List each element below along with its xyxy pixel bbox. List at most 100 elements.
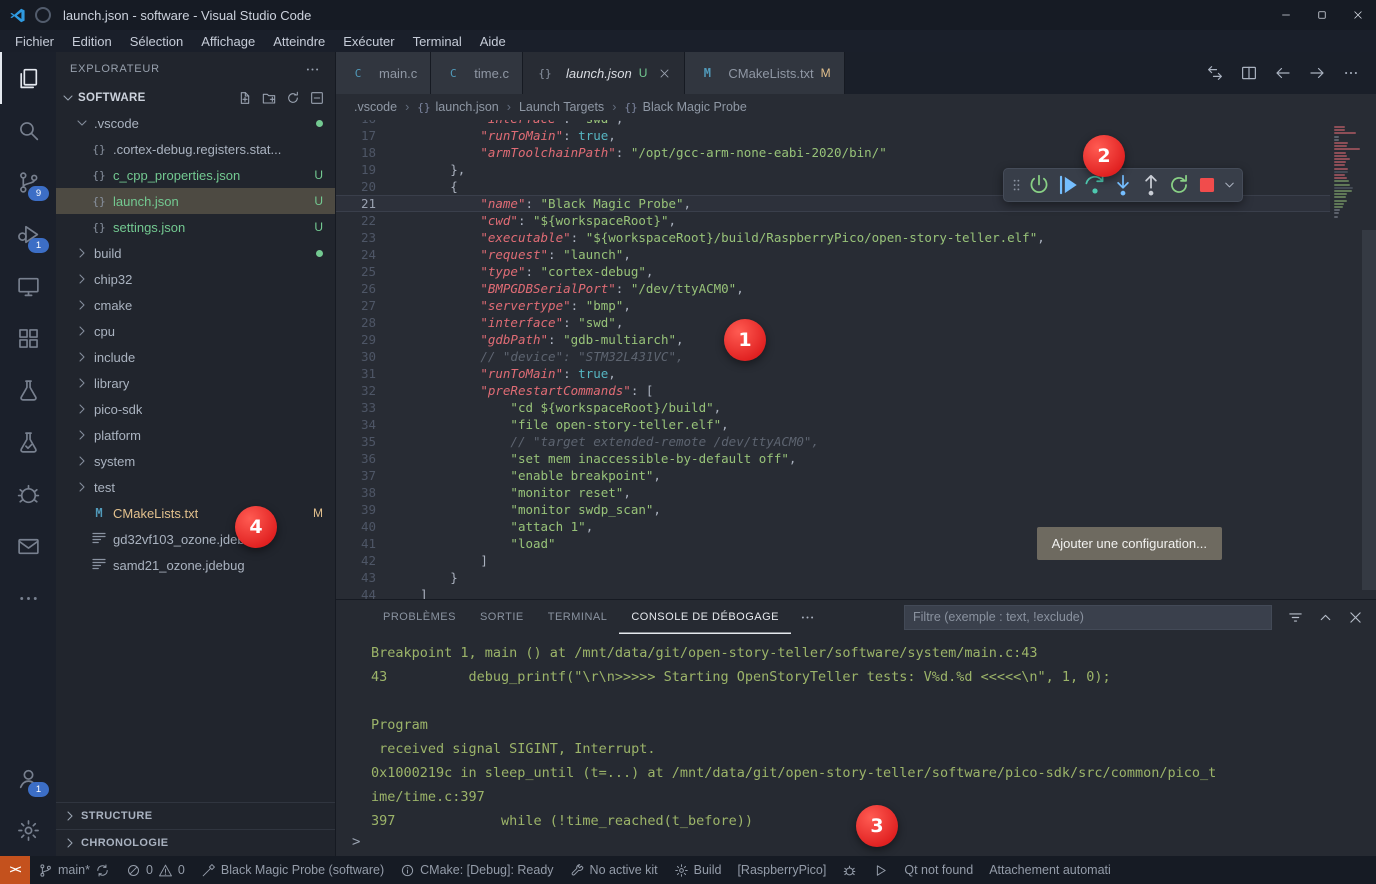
status-item-bug[interactable]: [834, 856, 865, 884]
menu-item-terminal[interactable]: Terminal: [404, 34, 471, 49]
debug-console-filter-input[interactable]: [904, 605, 1272, 630]
breadcrumb-item-launch-json[interactable]: {}launch.json: [417, 100, 499, 114]
tree-item-cortex-debug-registers-stat[interactable]: {}.cortex-debug.registers.stat...: [56, 136, 335, 162]
minimize-button[interactable]: [1268, 0, 1304, 30]
editor-scrollbar[interactable]: [1362, 230, 1376, 590]
line-number[interactable]: 26: [336, 280, 376, 297]
activity-debug-tool[interactable]: [0, 468, 56, 520]
line-number[interactable]: 22: [336, 212, 376, 229]
activity-source-control[interactable]: 9: [0, 156, 56, 208]
panel-tab-probl-mes[interactable]: PROBLÈMES: [371, 600, 468, 634]
status-item-main[interactable]: main*: [30, 856, 118, 884]
debug-continue-button[interactable]: [1054, 172, 1080, 198]
code-line-44[interactable]: 44 ]: [336, 586, 1330, 599]
code-line-29[interactable]: 29 "gdbPath": "gdb-multiarch",: [336, 331, 1330, 348]
code-line-18[interactable]: 18 "armToolchainPath": "/opt/gcc-arm-non…: [336, 144, 1330, 161]
debug-stop-button[interactable]: [1194, 172, 1220, 198]
code-line-26[interactable]: 26 "BMPGDBSerialPort": "/dev/ttyACM0",: [336, 280, 1330, 297]
code-line-34[interactable]: 34 "file open-story-teller.elf",: [336, 416, 1330, 433]
tab-launch-json[interactable]: {}launch.jsonU: [523, 52, 685, 94]
code-line-23[interactable]: 23 "executable": "${workspaceRoot}/build…: [336, 229, 1330, 246]
code-line-16[interactable]: 16 "interface": "swd",: [336, 120, 1330, 127]
line-number[interactable]: 37: [336, 467, 376, 484]
tree-item-cmake[interactable]: cmake: [56, 292, 335, 318]
tab-cmakelists-txt[interactable]: MCMakeLists.txtM: [685, 52, 844, 94]
panel-more-icon[interactable]: [799, 609, 816, 626]
activity-extensions[interactable]: [0, 312, 56, 364]
breadcrumb-item-black-magic-probe[interactable]: {}Black Magic Probe: [624, 100, 746, 114]
status-item-black-magic-probe-software[interactable]: Black Magic Probe (software): [193, 856, 392, 884]
menu-item-aide[interactable]: Aide: [471, 34, 515, 49]
line-number[interactable]: 36: [336, 450, 376, 467]
tree-item-cpu[interactable]: cpu: [56, 318, 335, 344]
code-line-24[interactable]: 24 "request": "launch",: [336, 246, 1330, 263]
tab-time-c[interactable]: Ctime.c: [431, 52, 523, 94]
section-chronologie[interactable]: CHRONOLOGIE: [56, 829, 335, 856]
code-line-30[interactable]: 30 // "device": "STM32L431VC",: [336, 348, 1330, 365]
new-folder-icon[interactable]: [261, 90, 277, 106]
section-structure[interactable]: STRUCTURE: [56, 802, 335, 829]
maximize-button[interactable]: [1304, 0, 1340, 30]
remote-indicator[interactable]: ><: [0, 856, 30, 884]
menu-item-s-lection[interactable]: Sélection: [121, 34, 192, 49]
code-line-36[interactable]: 36 "set mem inaccessible-by-default off"…: [336, 450, 1330, 467]
close-button[interactable]: [1340, 0, 1376, 30]
code-line-33[interactable]: 33 "cd ${workspaceRoot}/build",: [336, 399, 1330, 416]
status-item-raspberrypico[interactable]: [RaspberryPico]: [729, 856, 834, 884]
debug-chevron-down-button[interactable]: [1222, 172, 1237, 198]
activity-remote-explorer[interactable]: [0, 260, 56, 312]
status-item-play[interactable]: [865, 856, 896, 884]
line-number[interactable]: 23: [336, 229, 376, 246]
add-configuration-button[interactable]: Ajouter une configuration...: [1037, 527, 1222, 560]
status-item-0[interactable]: 00: [118, 856, 193, 884]
debug-console-prompt[interactable]: >: [336, 834, 1376, 856]
menu-item-fichier[interactable]: Fichier: [6, 34, 63, 49]
code-line-37[interactable]: 37 "enable breakpoint",: [336, 467, 1330, 484]
line-number[interactable]: 30: [336, 348, 376, 365]
line-number[interactable]: 18: [336, 144, 376, 161]
code-line-28[interactable]: 28 "interface": "swd",: [336, 314, 1330, 331]
activity-accounts[interactable]: 1: [0, 752, 56, 804]
tree-item-launch-json[interactable]: {}launch.jsonU: [56, 188, 335, 214]
filter-lines-icon[interactable]: [1287, 609, 1304, 626]
chevron-up-icon[interactable]: [1317, 609, 1334, 626]
status-item-no-active-kit[interactable]: No active kit: [562, 856, 666, 884]
menu-item-affichage[interactable]: Affichage: [192, 34, 264, 49]
code-editor[interactable]: 16 "interface": "swd",17 "runToMain": tr…: [336, 120, 1376, 599]
breadcrumb-item-launch-targets[interactable]: Launch Targets: [519, 100, 604, 114]
activity-run-and-debug[interactable]: 1: [0, 208, 56, 260]
panel-tab-console-de-d-bogage[interactable]: CONSOLE DE DÉBOGAGE: [619, 600, 791, 634]
code-line-39[interactable]: 39 "monitor swdp_scan",: [336, 501, 1330, 518]
tree-item-test[interactable]: test: [56, 474, 335, 500]
line-number[interactable]: 24: [336, 246, 376, 263]
refresh-icon[interactable]: [285, 90, 301, 106]
tree-item-cmakelists-txt[interactable]: MCMakeLists.txtM: [56, 500, 335, 526]
line-number[interactable]: 20: [336, 178, 376, 195]
code-line-32[interactable]: 32 "preRestartCommands": [: [336, 382, 1330, 399]
menu-item-atteindre[interactable]: Atteindre: [264, 34, 334, 49]
code-line-31[interactable]: 31 "runToMain": true,: [336, 365, 1330, 382]
tree-item-pico-sdk[interactable]: pico-sdk: [56, 396, 335, 422]
status-item-cmake-debug-ready[interactable]: CMake: [Debug]: Ready: [392, 856, 561, 884]
tree-item-gd32vf103-ozone-jdebug[interactable]: gd32vf103_ozone.jdebug: [56, 526, 335, 552]
collapse-all-icon[interactable]: [309, 90, 325, 106]
debug-step-into-button[interactable]: [1110, 172, 1136, 198]
code-line-35[interactable]: 35 // "target extended-remote /dev/ttyAC…: [336, 433, 1330, 450]
sidebar-more-icon[interactable]: [304, 61, 321, 78]
line-number[interactable]: 16: [336, 120, 376, 127]
swap-arrows-icon[interactable]: [1206, 64, 1224, 82]
line-number[interactable]: 33: [336, 399, 376, 416]
activity-testing[interactable]: [0, 364, 56, 416]
line-number[interactable]: 17: [336, 127, 376, 144]
debug-restart-button[interactable]: [1166, 172, 1192, 198]
line-number[interactable]: 21: [336, 195, 376, 212]
arrow-right-icon[interactable]: [1308, 64, 1326, 82]
status-item-attachement-automati[interactable]: Attachement automati: [981, 856, 1119, 884]
line-number[interactable]: 35: [336, 433, 376, 450]
line-number[interactable]: 27: [336, 297, 376, 314]
arrow-left-icon[interactable]: [1274, 64, 1292, 82]
code-line-22[interactable]: 22 "cwd": "${workspaceRoot}",: [336, 212, 1330, 229]
line-number[interactable]: 29: [336, 331, 376, 348]
activity-test-explorer[interactable]: [0, 416, 56, 468]
new-file-icon[interactable]: [237, 90, 253, 106]
